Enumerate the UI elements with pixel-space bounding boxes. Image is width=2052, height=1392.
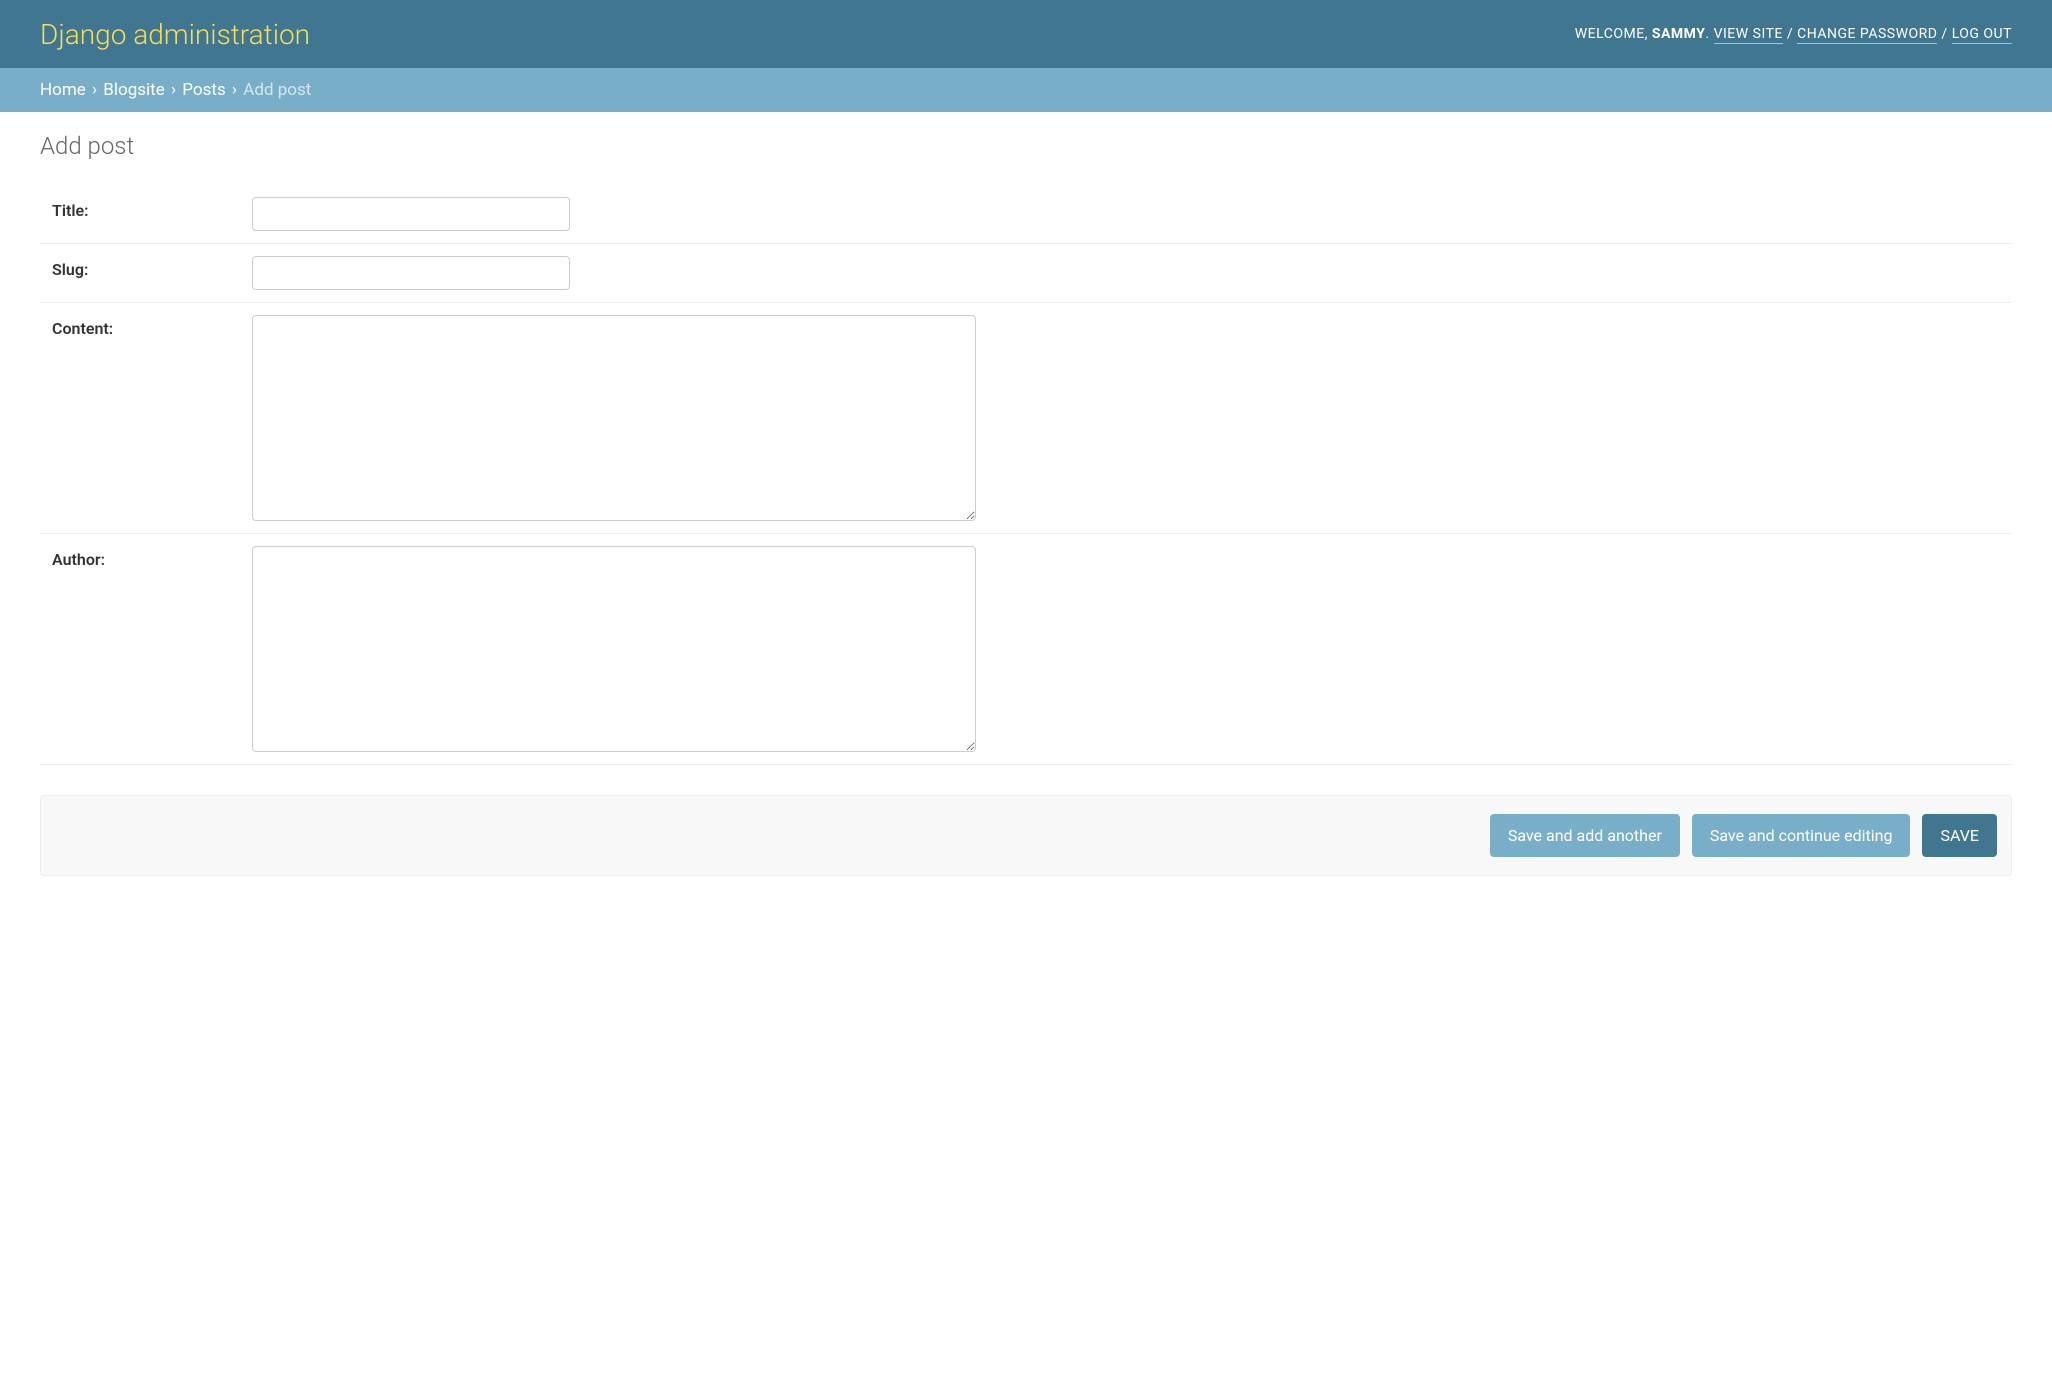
form-row-slug: Slug: [40,244,2012,303]
breadcrumb-sep: › [226,80,244,100]
save-button[interactable] [1922,814,1997,857]
slug-label: Slug: [52,256,252,279]
content-label: Content: [52,315,252,338]
breadcrumb-current: Add post [243,80,311,100]
content-textarea[interactable] [252,315,976,521]
user-tools: WELCOME, SAMMY. VIEW SITE / CHANGE PASSW… [1575,26,2012,42]
breadcrumb-app[interactable]: Blogsite [103,80,164,100]
add-post-form: Title: Slug: Content: Author: [40,185,2012,876]
form-row-content: Content: [40,303,2012,534]
form-row-author: Author: [40,534,2012,765]
content: Add post Title: Slug: Content: Author: [0,112,2052,896]
author-textarea[interactable] [252,546,976,752]
breadcrumb-sep: › [165,80,183,100]
title-input[interactable] [252,197,570,231]
breadcrumb-model[interactable]: Posts [182,80,225,100]
breadcrumb-home[interactable]: Home [40,80,86,100]
author-label: Author: [52,546,252,569]
separator: / [1783,26,1797,42]
submit-row [40,795,2012,876]
save-continue-button[interactable] [1692,814,1911,857]
username: SAMMY [1652,26,1706,42]
dot-sep: . [1705,26,1713,42]
change-password-link[interactable]: CHANGE PASSWORD [1797,26,1937,44]
header: Django administration WELCOME, SAMMY. VI… [0,0,2052,68]
slug-input[interactable] [252,256,570,290]
separator: / [1937,26,1951,42]
logout-link[interactable]: LOG OUT [1952,26,2012,44]
site-title: Django administration [40,18,310,51]
view-site-link[interactable]: VIEW SITE [1714,26,1783,44]
welcome-text: WELCOME, [1575,26,1652,42]
save-add-another-button[interactable] [1490,814,1680,857]
breadcrumbs: Home › Blogsite › Posts › Add post [0,68,2052,112]
title-label: Title: [52,197,252,220]
branding: Django administration [40,18,310,51]
page-title: Add post [40,132,2012,160]
breadcrumb-sep: › [86,80,104,100]
form-row-title: Title: [40,185,2012,244]
